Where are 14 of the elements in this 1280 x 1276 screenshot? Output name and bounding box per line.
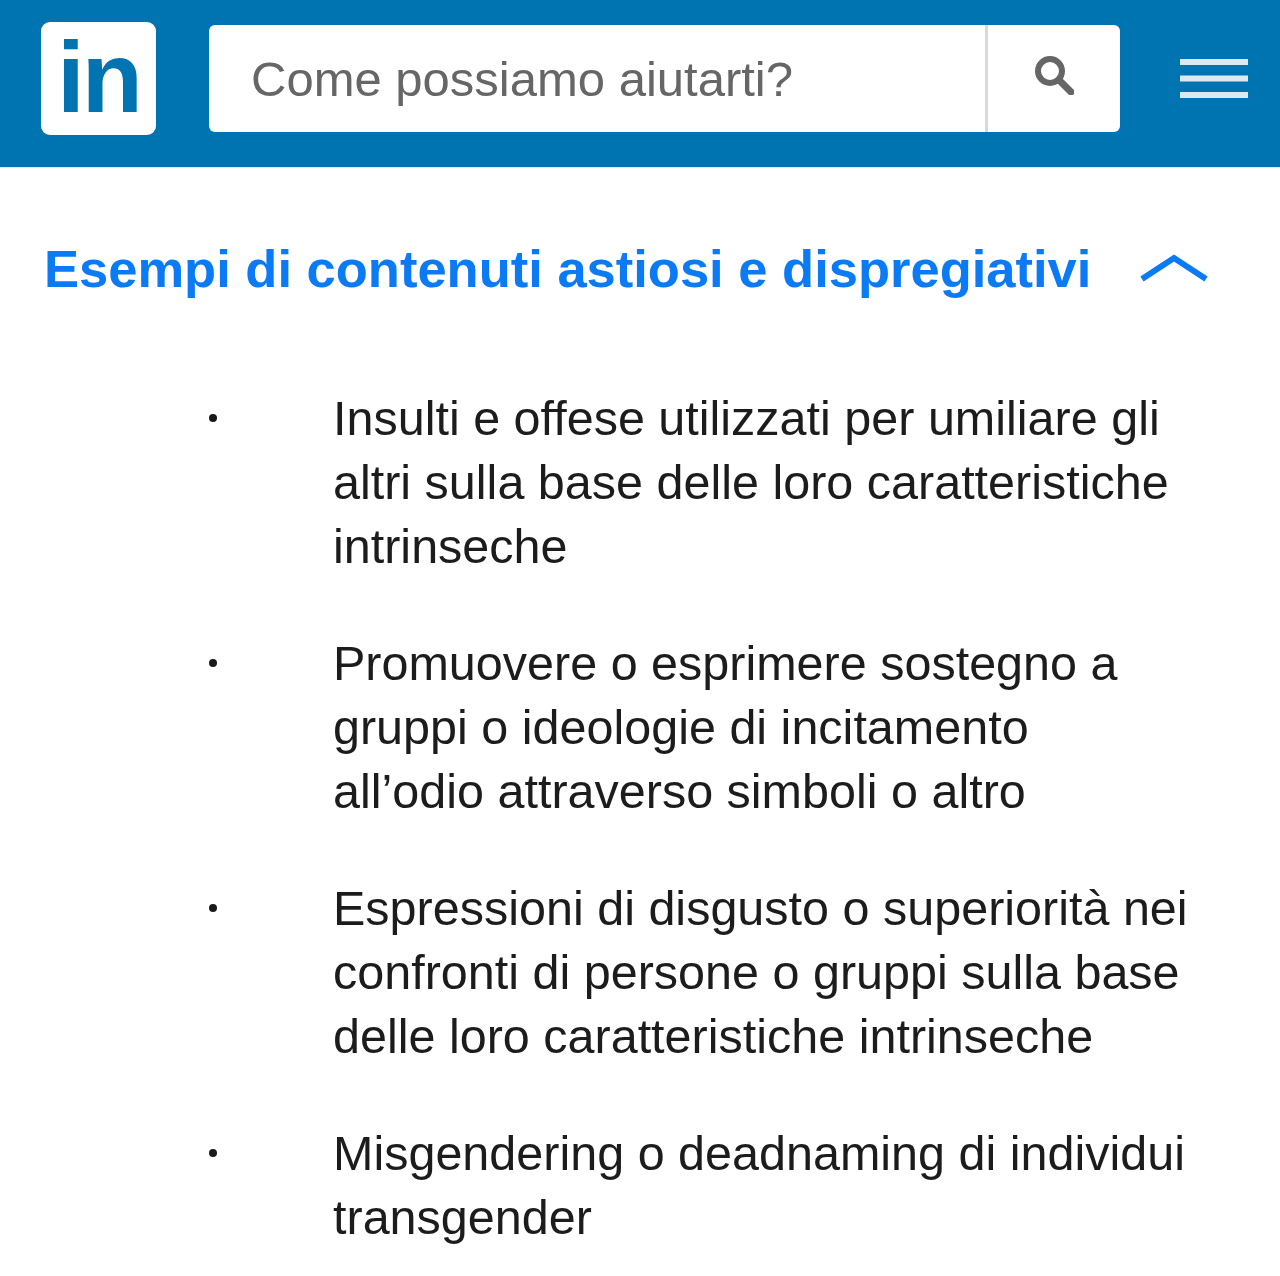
- search-button[interactable]: [985, 25, 1120, 132]
- list-item-text: Promuovere o esprimere sostegno a gruppi o ideologie di incitamento all’odio attraverso simboli o altro: [333, 635, 1119, 820]
- bullet-icon: [209, 904, 217, 912]
- search-field[interactable]: Come possiamo aiutarti?: [209, 25, 985, 132]
- bullet-icon: [209, 659, 217, 667]
- accordion-header[interactable]: Esempi di contenuti astiosi e dispregiativi: [44, 233, 1214, 303]
- bullet-icon: [209, 1149, 217, 1157]
- list-item-text: Misgendering o deadnaming di individui transgender: [333, 1125, 1186, 1246]
- logo[interactable]: in: [41, 22, 156, 135]
- search-icon: [1034, 54, 1074, 95]
- list-item-text: Insulti e offese utilizzati per umiliare gli altri sulla base delle loro caratteristiche intrinseche: [333, 390, 1170, 575]
- menu-icon[interactable]: [1180, 59, 1248, 98]
- list-item-text: Espressioni di disgusto o superiorità nei confronti di persone o gruppi sulla base delle loro caratteristiche intrinseche: [333, 880, 1189, 1065]
- bullet-icon: [209, 414, 217, 422]
